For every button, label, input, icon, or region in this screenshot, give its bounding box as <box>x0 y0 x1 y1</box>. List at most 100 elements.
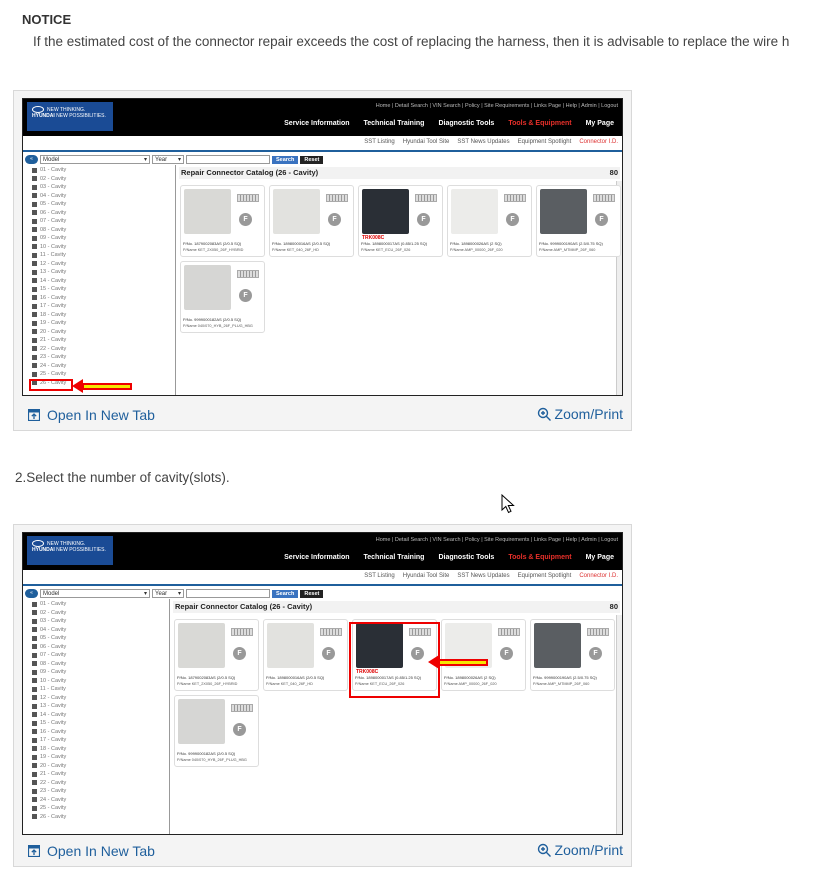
open-new-tab-link[interactable]: Open In New Tab <box>28 407 155 423</box>
collapse-icon[interactable]: « <box>25 155 38 164</box>
tree-item[interactable]: 12 - Cavity <box>32 260 66 269</box>
tree-item[interactable]: 25 - Cavity <box>32 804 66 813</box>
tree-item[interactable]: 23 - Cavity <box>32 787 66 796</box>
model-select[interactable]: Model ▾ <box>40 589 150 598</box>
search-input[interactable] <box>186 589 270 598</box>
tree-item[interactable]: 19 - Cavity <box>32 319 66 328</box>
year-select[interactable]: Year ▾ <box>152 155 184 164</box>
tree-item[interactable]: 15 - Cavity <box>32 719 66 728</box>
nav-service-information[interactable]: Service Information <box>284 120 349 127</box>
tree-item[interactable]: 05 - Cavity <box>32 634 66 643</box>
subnav-equipment-spotlight[interactable]: Equipment Spotlight <box>518 573 572 579</box>
tree-item[interactable]: 16 - Cavity <box>32 728 66 737</box>
connector-card[interactable]: F P/No. 1898000016AS (2/0.5 SQ) P/Name KET… <box>263 619 348 691</box>
tree-item[interactable]: 04 - Cavity <box>32 192 66 201</box>
search-button[interactable]: Search <box>272 589 299 598</box>
subnav-sst-listing[interactable]: SST Listing <box>364 573 395 579</box>
zoom-print-link[interactable]: Zoom/Print <box>537 406 623 422</box>
tree-item[interactable]: 15 - Cavity <box>32 285 66 294</box>
tree-item[interactable]: 12 - Cavity <box>32 694 66 703</box>
connector-card[interactable]: F P/No. 9999000182AS (2/0.5 SQ) P/Name 040… <box>180 261 265 333</box>
top-links[interactable]: Home | Detail Search | VIN Search | Poli… <box>376 537 618 543</box>
tree-item[interactable]: 17 - Cavity <box>32 736 66 745</box>
scrollbar[interactable] <box>616 615 622 834</box>
model-select[interactable]: Model ▾ <box>40 155 150 164</box>
tree-item[interactable]: 16 - Cavity <box>32 294 66 303</box>
subnav-sst-listing[interactable]: SST Listing <box>364 139 395 145</box>
tree-item[interactable]: 02 - Cavity <box>32 609 66 618</box>
tree-item[interactable]: 03 - Cavity <box>32 183 66 192</box>
tree-item[interactable]: 26 - Cavity <box>32 813 66 822</box>
nav-diagnostic-tools[interactable]: Diagnostic Tools <box>438 120 494 127</box>
tree-item[interactable]: 21 - Cavity <box>32 336 66 345</box>
connector-card[interactable]: F P/No. 9999000190AS (2.5/0.75 SQ) P/Name … <box>536 185 621 257</box>
connector-card[interactable]: F TRK008C P/No. 1898000017AS (0.85/1.25 SQ… <box>358 185 443 257</box>
subnav-connector-id[interactable]: Connector I.D. <box>579 139 618 145</box>
tree-item[interactable]: 04 - Cavity <box>32 626 66 635</box>
tree-item[interactable]: 08 - Cavity <box>32 660 66 669</box>
tree-item[interactable]: 10 - Cavity <box>32 677 66 686</box>
search-button[interactable]: Search <box>272 155 299 164</box>
nav-my-page[interactable]: My Page <box>586 120 614 127</box>
nav-diagnostic-tools[interactable]: Diagnostic Tools <box>438 554 494 561</box>
splitter[interactable] <box>169 599 170 834</box>
collapse-icon[interactable]: « <box>25 589 38 598</box>
tree-item[interactable]: 06 - Cavity <box>32 643 66 652</box>
nav-my-page[interactable]: My Page <box>586 554 614 561</box>
connector-card[interactable]: F P/No. 1898000026AS (2 SQ) P/Name AMP_000… <box>447 185 532 257</box>
nav-technical-training[interactable]: Technical Training <box>364 120 425 127</box>
tree-item[interactable]: 20 - Cavity <box>32 762 66 771</box>
tree-item[interactable]: 20 - Cavity <box>32 328 66 337</box>
subnav-connector-id[interactable]: Connector I.D. <box>579 573 618 579</box>
splitter[interactable] <box>175 165 176 395</box>
tree-item[interactable]: 03 - Cavity <box>32 617 66 626</box>
connector-card[interactable]: F P/No. 1898000016AS (2/0.5 SQ) P/Name KET… <box>269 185 354 257</box>
tree-item[interactable]: 14 - Cavity <box>32 711 66 720</box>
open-new-tab-link[interactable]: Open In New Tab <box>28 843 155 859</box>
search-input[interactable] <box>186 155 270 164</box>
year-select[interactable]: Year ▾ <box>152 589 184 598</box>
tree-item[interactable]: 08 - Cavity <box>32 226 66 235</box>
tree-item[interactable]: 24 - Cavity <box>32 796 66 805</box>
tree-item[interactable]: 18 - Cavity <box>32 745 66 754</box>
nav-tools-equipment[interactable]: Tools & Equipment <box>508 554 571 561</box>
tree-item[interactable]: 13 - Cavity <box>32 268 66 277</box>
tree-item[interactable]: 09 - Cavity <box>32 234 66 243</box>
tree-item[interactable]: 07 - Cavity <box>32 651 66 660</box>
tree-item[interactable]: 22 - Cavity <box>32 779 66 788</box>
tree-item[interactable]: 01 - Cavity <box>32 166 66 175</box>
connector-card[interactable]: F P/No. 1879002083AS (2/0.5 SQ) P/Name KET… <box>180 185 265 257</box>
tree-item[interactable]: 01 - Cavity <box>32 600 66 609</box>
subnav-equipment-spotlight[interactable]: Equipment Spotlight <box>518 139 572 145</box>
reset-button[interactable]: Reset <box>300 155 324 164</box>
connector-card[interactable]: F P/No. 9999000182AS (2/0.5 SQ) P/Name 040… <box>174 695 259 767</box>
nav-service-information[interactable]: Service Information <box>284 554 349 561</box>
tree-item[interactable]: 19 - Cavity <box>32 753 66 762</box>
tree-item[interactable]: 06 - Cavity <box>32 209 66 218</box>
tree-item[interactable]: 22 - Cavity <box>32 345 66 354</box>
reset-button[interactable]: Reset <box>300 589 324 598</box>
tree-item[interactable]: 05 - Cavity <box>32 200 66 209</box>
tree-item[interactable]: 11 - Cavity <box>32 251 66 260</box>
tree-item[interactable]: 24 - Cavity <box>32 362 66 371</box>
connector-card[interactable]: F P/No. 9999000190AS (2.5/0.75 SQ) P/Name … <box>530 619 615 691</box>
tree-item[interactable]: 11 - Cavity <box>32 685 66 694</box>
subnav-sst-news[interactable]: SST News Updates <box>457 139 509 145</box>
subnav-hyundai-tool-site[interactable]: Hyundai Tool Site <box>403 573 450 579</box>
nav-technical-training[interactable]: Technical Training <box>364 554 425 561</box>
tree-item[interactable]: 10 - Cavity <box>32 243 66 252</box>
tree-item[interactable]: 18 - Cavity <box>32 311 66 320</box>
tree-item[interactable]: 02 - Cavity <box>32 175 66 184</box>
tree-item[interactable]: 21 - Cavity <box>32 770 66 779</box>
zoom-print-link[interactable]: Zoom/Print <box>537 842 623 858</box>
tree-item[interactable]: 23 - Cavity <box>32 353 66 362</box>
connector-card[interactable]: F P/No. 1879002083AS (2/0.5 SQ) P/Name KET… <box>174 619 259 691</box>
tree-item[interactable]: 13 - Cavity <box>32 702 66 711</box>
connector-card[interactable]: F P/No. 1898000026AS (2 SQ) P/Name AMP_000… <box>441 619 526 691</box>
subnav-sst-news[interactable]: SST News Updates <box>457 573 509 579</box>
tree-item[interactable]: 17 - Cavity <box>32 302 66 311</box>
nav-tools-equipment[interactable]: Tools & Equipment <box>508 120 571 127</box>
tree-item[interactable]: 09 - Cavity <box>32 668 66 677</box>
subnav-hyundai-tool-site[interactable]: Hyundai Tool Site <box>403 139 450 145</box>
tree-item[interactable]: 25 - Cavity <box>32 370 66 379</box>
